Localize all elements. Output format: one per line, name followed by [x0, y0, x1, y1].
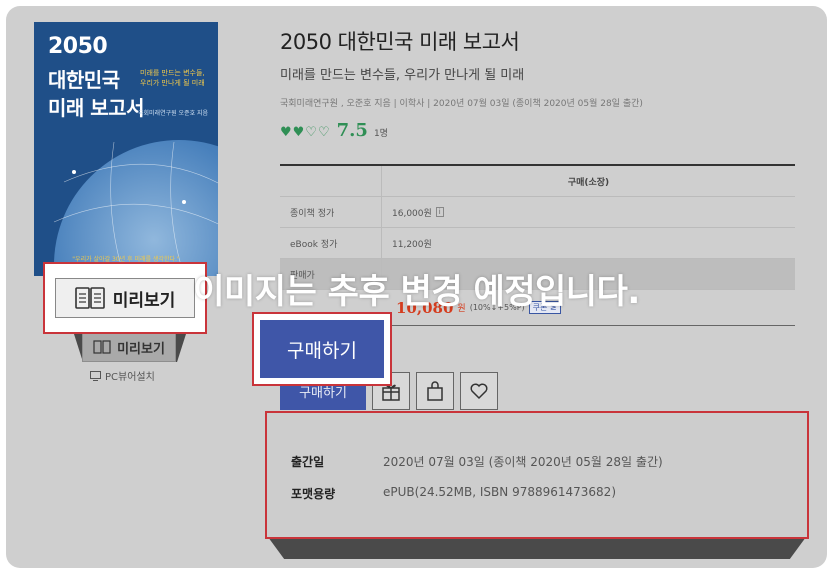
buy-button[interactable]: 구매하기: [260, 320, 384, 378]
book-cover-image: 2050 대한민국 미래 보고서 미래를 만드는 변수들, 우리가 만나게 될 …: [34, 22, 218, 276]
cover-author: 국회미래연구원 오준호 지음: [138, 110, 209, 117]
rating-score: 7.5: [336, 120, 368, 141]
cover-title-line2: 미래 보고서: [48, 96, 144, 120]
price-row-ebook: eBook 정가 11,200원: [280, 228, 795, 259]
info-badge-icon[interactable]: i: [435, 207, 444, 217]
cart-button[interactable]: [416, 372, 454, 410]
pc-viewer-install-link[interactable]: PC뷰어설치: [90, 368, 155, 383]
rating-count: 1명: [373, 129, 388, 139]
cover-year: 2050: [48, 34, 108, 59]
format-label: 포맷용량: [291, 487, 336, 501]
format-row: 포맷용량 ePUB(24.52MB, ISBN 9788961473682): [291, 485, 616, 502]
price-row-value: 16,000원 i: [382, 206, 444, 219]
price-row-label: eBook 정가: [280, 228, 382, 258]
book-subtitle: 미래를 만드는 변수들, 우리가 만나게 될 미래: [280, 68, 525, 83]
price-row-paper: 종이책 정가 16,000원 i: [280, 197, 795, 228]
cover-subtitle: 미래를 만드는 변수들, 우리가 만나게 될 미래: [140, 69, 205, 87]
pub-date-value: 2020년 07월 03일 (종이책 2020년 05월 28일 출간): [383, 455, 663, 469]
pc-viewer-label: PC뷰어설치: [105, 372, 155, 383]
notice-overlay-text: 이미지는 추후 변경 예정입니다.: [193, 272, 640, 312]
preview-button-small-label: 미리보기: [117, 341, 165, 357]
shopping-bag-icon: [427, 381, 443, 401]
pub-date-row: 출간일 2020년 07월 03일 (종이책 2020년 05월 28일 출간): [291, 453, 663, 470]
preview-button-small[interactable]: 미리보기: [82, 332, 176, 362]
screenshot-frame: 2050 대한민국 미래 보고서 미래를 만드는 변수들, 우리가 만나게 될 …: [6, 6, 827, 568]
price-row-label: 종이책 정가: [280, 197, 382, 227]
price-table-header-label: 구매(소장): [567, 177, 610, 188]
cover-title-line1: 대한민국: [48, 68, 120, 92]
price-table-header-empty: [280, 166, 382, 196]
buy-highlight-box: 구매하기: [252, 312, 392, 386]
heart-icon: [470, 383, 488, 400]
monitor-icon: [90, 370, 101, 381]
info-highlight-box: 출간일 2020년 07월 03일 (종이책 2020년 05월 28일 출간)…: [265, 411, 809, 539]
paper-price: 16,000원: [392, 208, 432, 219]
info-highlight-shadow: [268, 537, 806, 559]
rating-block: ♥♥♡♡ 7.5 1명: [280, 120, 388, 141]
wishlist-button[interactable]: [460, 372, 498, 410]
cover-grid-graphic: [53, 141, 218, 276]
ebook-price: 11,200원: [392, 239, 432, 250]
pub-date-label: 출간일: [291, 455, 325, 469]
book-title: 2050 대한민국 미래 보고서: [280, 30, 520, 54]
rating-hearts-icon: ♥♥♡♡: [280, 125, 331, 140]
price-table-header: 구매(소장): [280, 166, 795, 197]
format-value: ePUB(24.52MB, ISBN 9788961473682): [383, 485, 616, 499]
book-meta: 국회미래연구원 , 오준호 지음 | 이학사 | 2020년 07월 03일 (…: [280, 99, 643, 109]
book-open-icon: [93, 340, 111, 354]
